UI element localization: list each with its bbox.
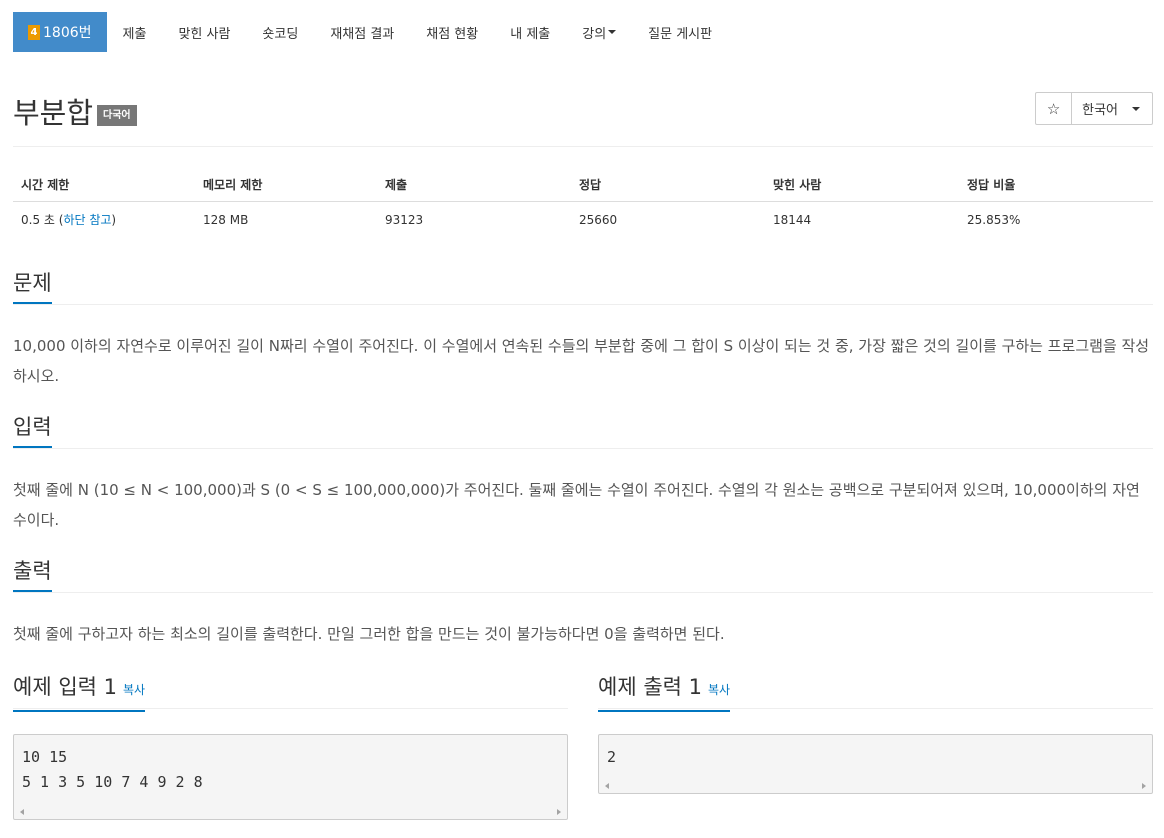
nav-short-coding[interactable]: 숏코딩 — [246, 12, 314, 52]
input-title: 입력 — [13, 413, 52, 448]
nav-lectures-label: 강의 — [582, 26, 607, 42]
time-limit-close: ) — [111, 213, 117, 228]
output-title: 출력 — [13, 557, 52, 592]
input-heading: 입력 — [13, 413, 1153, 449]
title-row: 부분합 다국어 ☆ 한국어 — [13, 88, 1153, 138]
input-text: 첫째 줄에 N (10 ≤ N < 100,000)과 S (0 < S ≤ 1… — [13, 481, 1140, 529]
copy-sample-output-button[interactable]: 복사 — [708, 683, 730, 697]
scroll-right-icon[interactable] — [557, 809, 561, 815]
header-ratio: 정답 비율 — [959, 168, 1153, 202]
time-limit-value: 0.5 초 ( — [21, 213, 64, 228]
scroll-left-icon[interactable] — [20, 809, 24, 815]
copy-sample-input-button[interactable]: 복사 — [123, 683, 145, 697]
header-solvers: 맞힌 사람 — [765, 168, 959, 202]
nav-problem-number: 1806번 — [43, 25, 92, 41]
submissions-value: 93123 — [385, 212, 424, 227]
favorite-button[interactable]: ☆ — [1035, 92, 1073, 125]
nav-problem-tab[interactable]: 4 1806번 — [13, 12, 107, 52]
nav-status[interactable]: 채점 현황 — [410, 12, 494, 52]
nav-solvers[interactable]: 맞힌 사람 — [162, 12, 246, 52]
sample-input-title: 예제 입력 1 — [13, 675, 117, 699]
header-memory-limit: 메모리 제한 — [195, 168, 377, 202]
sample-input-content: 10 15 5 1 3 5 10 7 4 9 2 8 — [22, 748, 203, 791]
output-heading: 출력 — [13, 557, 1153, 593]
problem-info-table: 시간 제한 메모리 제한 제출 정답 맞힌 사람 정답 비율 0.5 초 (하단… — [13, 168, 1153, 238]
sample-input-title-wrap: 예제 입력 1 복사 — [13, 673, 146, 712]
sample-output-box[interactable]: 2 — [598, 734, 1153, 794]
language-label: 한국어 — [1082, 103, 1118, 118]
language-dropdown[interactable]: 한국어 — [1072, 92, 1153, 125]
multilingual-label: 다국어 — [97, 105, 137, 126]
nav-board[interactable]: 질문 게시판 — [632, 12, 728, 52]
time-limit-cell: 0.5 초 (하단 참고) — [13, 202, 195, 238]
sample-output-title-wrap: 예제 출력 1 복사 — [598, 673, 731, 712]
caret-down-icon — [1132, 106, 1140, 111]
title-button-group: ☆ 한국어 — [1035, 92, 1153, 125]
sample-output-content: 2 — [607, 748, 617, 766]
title-divider — [13, 146, 1153, 147]
description-title: 문제 — [13, 269, 52, 304]
nav-rejudge-results[interactable]: 재채점 결과 — [314, 12, 410, 52]
caret-down-icon — [608, 30, 617, 34]
table-header-row: 시간 제한 메모리 제한 제출 정답 맞힌 사람 정답 비율 — [13, 168, 1153, 202]
sample-input-heading: 예제 입력 1 복사 — [13, 673, 568, 712]
table-row: 0.5 초 (하단 참고) 128 MB 93123 25660 18144 2… — [13, 202, 1153, 238]
nav-submit[interactable]: 제출 — [107, 12, 163, 52]
tier-badge-icon: 4 — [28, 24, 40, 40]
memory-limit-value: 128 MB — [203, 212, 249, 227]
sample-input-box[interactable]: 10 15 5 1 3 5 10 7 4 9 2 8 — [13, 734, 568, 820]
page-title: 부분합 — [13, 96, 94, 130]
nav-lectures-dropdown[interactable]: 강의 — [566, 12, 632, 52]
time-limit-note-link[interactable]: 하단 참고 — [63, 213, 111, 227]
header-submissions: 제출 — [377, 168, 571, 202]
star-icon: ☆ — [1046, 99, 1061, 118]
horizontal-scrollbar[interactable] — [14, 805, 567, 819]
accepted-value: 25660 — [579, 212, 618, 227]
scroll-left-icon[interactable] — [605, 783, 609, 789]
output-text: 첫째 줄에 구하고자 하는 최소의 길이를 출력한다. 만일 그러한 합을 만드… — [13, 625, 725, 643]
horizontal-scrollbar[interactable] — [599, 779, 1152, 793]
problem-nav: 4 1806번 제출 맞힌 사람 숏코딩 재채점 결과 채점 현황 내 제출 강… — [13, 12, 728, 52]
description-text: 10,000 이하의 자연수로 이루어진 길이 N짜리 수열이 주어진다. 이 … — [13, 337, 1150, 385]
nav-my-submissions[interactable]: 내 제출 — [494, 12, 566, 52]
sample-output-heading: 예제 출력 1 복사 — [598, 673, 1153, 712]
description-heading: 문제 — [13, 269, 1153, 305]
ratio-value: 25.853% — [967, 212, 1021, 227]
header-accepted: 정답 — [571, 168, 765, 202]
scroll-right-icon[interactable] — [1142, 783, 1146, 789]
solvers-value: 18144 — [773, 212, 812, 227]
sample-output-title: 예제 출력 1 — [598, 675, 702, 699]
header-time-limit: 시간 제한 — [13, 168, 195, 202]
